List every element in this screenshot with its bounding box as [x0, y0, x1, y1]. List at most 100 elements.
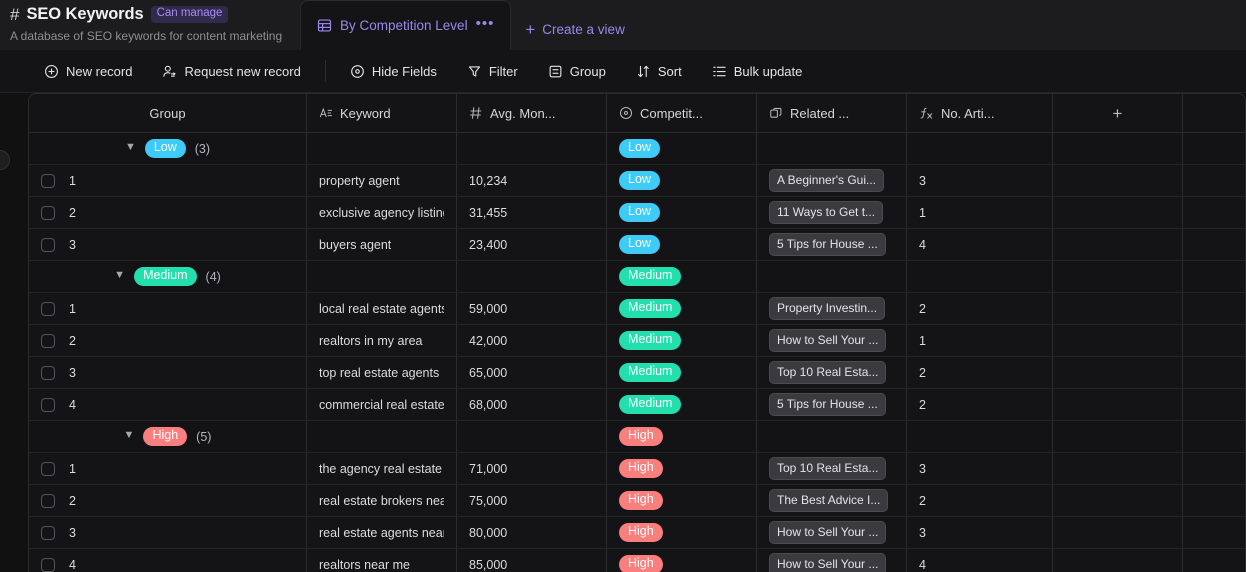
related-chip[interactable]: The Best Advice I... — [769, 488, 889, 513]
cell-volume[interactable]: 80,000 — [457, 517, 607, 548]
chevron-down-icon[interactable]: ▼ — [114, 270, 125, 281]
cell-keyword[interactable]: commercial real estate — [307, 389, 457, 420]
cell-volume[interactable]: 31,455 — [457, 197, 607, 228]
table-row[interactable]: 3 top real estate agents 65,000 Medium Top 1… — [29, 357, 1245, 389]
row-selector-cell[interactable]: 2 — [29, 197, 307, 228]
cell-volume[interactable]: 71,000 — [457, 453, 607, 484]
table-row[interactable]: 2 real estate brokers near 75,000 High The B… — [29, 485, 1245, 517]
table-row[interactable]: 1 property agent 10,234 Low A Beginner's Gui… — [29, 165, 1245, 197]
related-chip[interactable]: 11 Ways to Get t... — [769, 200, 884, 225]
related-chip[interactable]: Property Investin... — [769, 296, 886, 321]
add-column-button[interactable]: + — [1053, 94, 1183, 132]
table-row[interactable]: 2 exclusive agency listing 31,455 Low 11 Way… — [29, 197, 1245, 229]
cell-related[interactable]: The Best Advice I... — [757, 485, 907, 516]
cell-related[interactable]: Top 10 Real Esta... — [757, 357, 907, 388]
cell-competition[interactable]: Medium — [607, 325, 757, 356]
cell-competition[interactable]: High — [607, 453, 757, 484]
group-header-row[interactable]: ▼ Low (3) Low — [29, 133, 1245, 165]
related-chip[interactable]: How to Sell Your ... — [769, 328, 887, 353]
cell-articles[interactable]: 3 — [907, 165, 1053, 196]
cell-volume[interactable]: 65,000 — [457, 357, 607, 388]
cell-articles[interactable]: 2 — [907, 357, 1053, 388]
cell-articles[interactable]: 4 — [907, 229, 1053, 260]
column-header-keyword[interactable]: Keyword — [307, 94, 457, 132]
cell-articles[interactable]: 3 — [907, 453, 1053, 484]
cell-keyword[interactable]: realtors in my area — [307, 325, 457, 356]
cell-articles[interactable]: 1 — [907, 197, 1053, 228]
request-new-record-button[interactable]: Request new record — [152, 59, 310, 84]
related-chip[interactable]: A Beginner's Gui... — [769, 168, 885, 193]
row-selector-cell[interactable]: 4 — [29, 549, 307, 572]
row-checkbox[interactable] — [41, 173, 55, 188]
cell-competition[interactable]: Low — [607, 229, 757, 260]
new-record-button[interactable]: New record — [34, 59, 142, 84]
column-header-related[interactable]: Related ... — [757, 94, 907, 132]
cell-keyword[interactable]: top real estate agents — [307, 357, 457, 388]
column-header-volume[interactable]: Avg. Mon... — [457, 94, 607, 132]
row-selector-cell[interactable]: 3 — [29, 517, 307, 548]
row-checkbox[interactable] — [41, 301, 55, 316]
cell-volume[interactable]: 59,000 — [457, 293, 607, 324]
hide-fields-button[interactable]: Hide Fields — [340, 59, 447, 84]
group-button[interactable]: Group — [538, 59, 616, 84]
table-row[interactable]: 4 commercial real estate 68,000 Medium 5 Tip… — [29, 389, 1245, 421]
sidebar-collapse-handle[interactable] — [0, 150, 10, 170]
cell-volume[interactable]: 10,234 — [457, 165, 607, 196]
cell-related[interactable]: How to Sell Your ... — [757, 517, 907, 548]
table-row[interactable]: 2 realtors in my area 42,000 Medium How to S… — [29, 325, 1245, 357]
group-header-cell[interactable]: ▼ High (5) — [29, 421, 307, 452]
cell-volume[interactable]: 23,400 — [457, 229, 607, 260]
related-chip[interactable]: How to Sell Your ... — [769, 520, 887, 545]
cell-keyword[interactable]: the agency real estate — [307, 453, 457, 484]
row-selector-cell[interactable]: 2 — [29, 325, 307, 356]
related-chip[interactable]: How to Sell Your ... — [769, 552, 887, 572]
cell-competition[interactable]: High — [607, 485, 757, 516]
table-row[interactable]: 1 the agency real estate 71,000 High Top 10 … — [29, 453, 1245, 485]
cell-articles[interactable]: 2 — [907, 389, 1053, 420]
cell-related[interactable]: How to Sell Your ... — [757, 549, 907, 572]
row-checkbox[interactable] — [41, 237, 55, 252]
cell-competition[interactable]: Medium — [607, 389, 757, 420]
column-header-competition[interactable]: Competit... — [607, 94, 757, 132]
related-chip[interactable]: 5 Tips for House ... — [769, 232, 886, 257]
chevron-down-icon[interactable]: ▼ — [124, 430, 135, 441]
sort-button[interactable]: Sort — [626, 59, 692, 84]
cell-related[interactable]: 5 Tips for House ... — [757, 229, 907, 260]
cell-related[interactable]: 11 Ways to Get t... — [757, 197, 907, 228]
group-header-row[interactable]: ▼ Medium (4) Medium — [29, 261, 1245, 293]
group-header-cell[interactable]: ▼ Low (3) — [29, 133, 307, 164]
create-view-button[interactable]: + Create a view — [525, 21, 624, 38]
cell-articles[interactable]: 3 — [907, 517, 1053, 548]
row-checkbox[interactable] — [41, 557, 55, 572]
column-header-group[interactable]: Group — [29, 94, 307, 132]
related-chip[interactable]: Top 10 Real Esta... — [769, 360, 887, 385]
row-checkbox[interactable] — [41, 333, 55, 348]
row-selector-cell[interactable]: 1 — [29, 453, 307, 484]
cell-volume[interactable]: 42,000 — [457, 325, 607, 356]
table-row[interactable]: 3 buyers agent 23,400 Low 5 Tips for House .… — [29, 229, 1245, 261]
row-selector-cell[interactable]: 2 — [29, 485, 307, 516]
bulk-update-button[interactable]: Bulk update — [702, 59, 813, 84]
row-checkbox[interactable] — [41, 525, 55, 540]
row-selector-cell[interactable]: 3 — [29, 229, 307, 260]
cell-competition[interactable]: Low — [607, 165, 757, 196]
cell-keyword[interactable]: exclusive agency listing — [307, 197, 457, 228]
cell-articles[interactable]: 4 — [907, 549, 1053, 572]
related-chip[interactable]: 5 Tips for House ... — [769, 392, 886, 417]
cell-keyword[interactable]: local real estate agents — [307, 293, 457, 324]
cell-related[interactable]: Top 10 Real Esta... — [757, 453, 907, 484]
table-row[interactable]: 3 real estate agents near 80,000 High How to… — [29, 517, 1245, 549]
tab-more-icon[interactable]: ••• — [476, 16, 495, 32]
cell-volume[interactable]: 85,000 — [457, 549, 607, 572]
row-checkbox[interactable] — [41, 365, 55, 380]
chevron-down-icon[interactable]: ▼ — [125, 142, 136, 153]
table-row[interactable]: 4 realtors near me 85,000 High How to Sell Y… — [29, 549, 1245, 572]
cell-competition[interactable]: Medium — [607, 357, 757, 388]
cell-competition[interactable]: High — [607, 549, 757, 572]
cell-related[interactable]: How to Sell Your ... — [757, 325, 907, 356]
cell-articles[interactable]: 2 — [907, 293, 1053, 324]
cell-articles[interactable]: 1 — [907, 325, 1053, 356]
cell-competition[interactable]: Medium — [607, 293, 757, 324]
related-chip[interactable]: Top 10 Real Esta... — [769, 456, 887, 481]
row-checkbox[interactable] — [41, 461, 55, 476]
